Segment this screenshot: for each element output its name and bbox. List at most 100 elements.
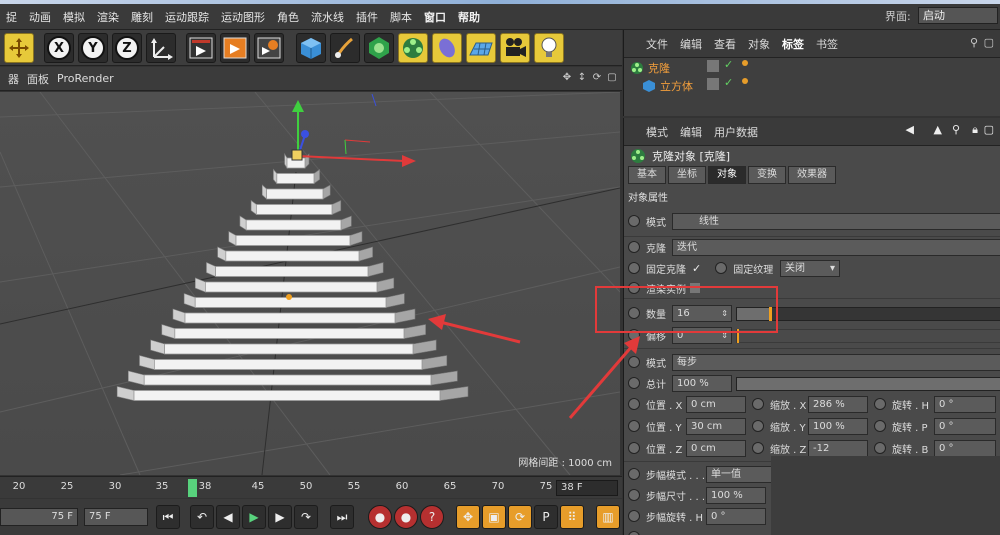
object-manager-tab-4[interactable]: 标签: [782, 36, 804, 52]
cursor-icon[interactable]: ▲: [934, 123, 942, 136]
next-key-icon[interactable]: ↷: [294, 505, 318, 529]
object-manager-tab-5[interactable]: 书签: [816, 36, 838, 52]
step-size-input[interactable]: 100 %: [706, 487, 766, 504]
step-size-animate-radio[interactable]: [628, 489, 640, 501]
menu-item-4[interactable]: 雕刻: [125, 9, 159, 25]
rot-b-input[interactable]: 0 °: [934, 440, 996, 457]
step-mode-select[interactable]: 单一值: [706, 466, 776, 483]
scale-y-animate-radio[interactable]: [752, 420, 764, 432]
key-position-icon[interactable]: ✥: [456, 505, 480, 529]
go-to-end-icon[interactable]: ⏭: [330, 505, 354, 529]
mode-step-animate-radio[interactable]: [628, 356, 640, 368]
rot-b-animate-radio[interactable]: [874, 442, 886, 454]
back-arrow-icon[interactable]: ◀: [906, 123, 914, 136]
menu-item-2[interactable]: 模拟: [57, 9, 91, 25]
dolly-view-icon[interactable]: ↕: [576, 72, 588, 84]
object-manager-tab-2[interactable]: 查看: [714, 36, 736, 52]
rotate-view-icon[interactable]: ⟳: [591, 72, 603, 84]
play-icon[interactable]: ▶: [242, 505, 266, 529]
menu-item-10[interactable]: 脚本: [384, 9, 418, 25]
attribute-manager-tab-1[interactable]: 编辑: [680, 124, 702, 140]
current-frame-field[interactable]: 38 F: [556, 480, 618, 496]
timeline-playhead[interactable]: [188, 479, 197, 497]
viewport-menu-item-1[interactable]: 器: [8, 71, 19, 87]
count-slider[interactable]: [736, 307, 1000, 321]
cube-object-icon[interactable]: [296, 33, 326, 63]
move-view-icon[interactable]: ✥: [561, 72, 573, 84]
menu-item-1[interactable]: 动画: [23, 9, 57, 25]
menu-item-11[interactable]: 窗口: [418, 9, 452, 25]
step-rotation-input[interactable]: 0 °: [706, 508, 766, 525]
object-manager-tab-3[interactable]: 对象: [748, 36, 770, 52]
preview-start-field[interactable]: 75 F: [0, 508, 78, 526]
panel-expand-icon[interactable]: ▢: [984, 36, 994, 49]
pos-y-input[interactable]: 30 cm: [686, 418, 746, 435]
preview-end-field[interactable]: 75 F: [84, 508, 148, 526]
step-rotation-animate-radio[interactable]: [628, 510, 640, 522]
floor-object-icon[interactable]: [466, 33, 496, 63]
menu-item-7[interactable]: 角色: [271, 9, 305, 25]
object-manager-tab-1[interactable]: 编辑: [680, 36, 702, 52]
pos-x-animate-radio[interactable]: [628, 398, 640, 410]
fix-texture-select[interactable]: 关闭 ▾: [780, 260, 840, 277]
fix-clone-animate-radio[interactable]: [628, 262, 640, 274]
pos-y-animate-radio[interactable]: [628, 420, 640, 432]
menu-item-9[interactable]: 插件: [350, 9, 384, 25]
menu-item-0[interactable]: 捉: [0, 9, 23, 25]
mode-select[interactable]: 线性: [672, 213, 1000, 230]
key-scale-icon[interactable]: ▣: [482, 505, 506, 529]
sub-tab-4[interactable]: 效果器: [788, 166, 836, 184]
count-animate-radio[interactable]: [628, 307, 640, 319]
mograph-cloner-icon[interactable]: [398, 33, 428, 63]
render-view-icon[interactable]: [186, 33, 216, 63]
offset-animate-radio[interactable]: [628, 329, 640, 341]
rot-p-input[interactable]: 0 °: [934, 418, 996, 435]
scale-z-input[interactable]: -12: [808, 440, 868, 457]
mode-step-select[interactable]: 每步: [672, 354, 1000, 371]
fix-texture-animate-radio[interactable]: [715, 262, 728, 274]
layout-select[interactable]: 启动: [918, 7, 998, 24]
camera-icon[interactable]: [500, 33, 530, 63]
pos-z-input[interactable]: 0 cm: [686, 440, 746, 457]
3d-viewport[interactable]: 网格间距 : 1000 cm: [0, 92, 620, 475]
menu-item-12[interactable]: 帮助: [452, 9, 486, 25]
menu-item-5[interactable]: 运动跟踪: [159, 9, 215, 25]
attribute-manager-tab-2[interactable]: 用户数据: [714, 124, 758, 140]
autokeying-icon[interactable]: ●: [394, 505, 418, 529]
count-slider-knob[interactable]: [769, 307, 773, 321]
deformer-icon[interactable]: [432, 33, 462, 63]
layer-toggle-cloner[interactable]: [707, 60, 719, 72]
rot-p-animate-radio[interactable]: [874, 420, 886, 432]
key-point-level-icon[interactable]: ⠿: [560, 505, 584, 529]
step-more-animate-radio[interactable]: [628, 531, 640, 535]
offset-input[interactable]: 0 ⇕: [672, 327, 732, 344]
total-animate-radio[interactable]: [628, 377, 640, 389]
offset-slider-knob[interactable]: [737, 329, 739, 343]
axis-z-button[interactable]: Z: [112, 33, 142, 63]
previous-key-icon[interactable]: ↶: [190, 505, 214, 529]
enabled-check-cube-icon[interactable]: ✓: [724, 76, 733, 89]
object-manager-tab-0[interactable]: 文件: [646, 36, 668, 52]
panel-expand-icon-attr[interactable]: ▢: [984, 123, 994, 136]
render-to-picture-viewer-icon[interactable]: [220, 33, 250, 63]
scale-z-animate-radio[interactable]: [752, 442, 764, 454]
key-parameter-icon[interactable]: P: [534, 505, 558, 529]
timeline-ruler[interactable]: 20 25 30 35 38 45 50 55 60 65 70 75 38 F: [0, 476, 622, 498]
menu-item-3[interactable]: 渲染: [91, 9, 125, 25]
total-input[interactable]: 100 %: [672, 375, 732, 392]
enabled-check-cloner-icon[interactable]: ✓: [724, 58, 733, 71]
scale-y-input[interactable]: 100 %: [808, 418, 868, 435]
subdivision-surface-icon[interactable]: [364, 33, 394, 63]
scale-x-input[interactable]: 286 %: [808, 396, 868, 413]
timeline-window-icon[interactable]: ▥: [596, 505, 620, 529]
viewport-menu-prorender[interactable]: ProRender: [57, 72, 114, 85]
clone-mode-select[interactable]: 迭代: [672, 239, 1000, 256]
move-tool-icon[interactable]: [4, 33, 34, 63]
pos-x-input[interactable]: 0 cm: [686, 396, 746, 413]
offset-slider[interactable]: [736, 329, 1000, 343]
pos-z-animate-radio[interactable]: [628, 442, 640, 454]
object-row-cube[interactable]: 立方体: [642, 78, 693, 94]
coordinate-system-icon[interactable]: [146, 33, 176, 63]
record-active-objects-icon[interactable]: ●: [368, 505, 392, 529]
key-rotation-icon[interactable]: ⟳: [508, 505, 532, 529]
